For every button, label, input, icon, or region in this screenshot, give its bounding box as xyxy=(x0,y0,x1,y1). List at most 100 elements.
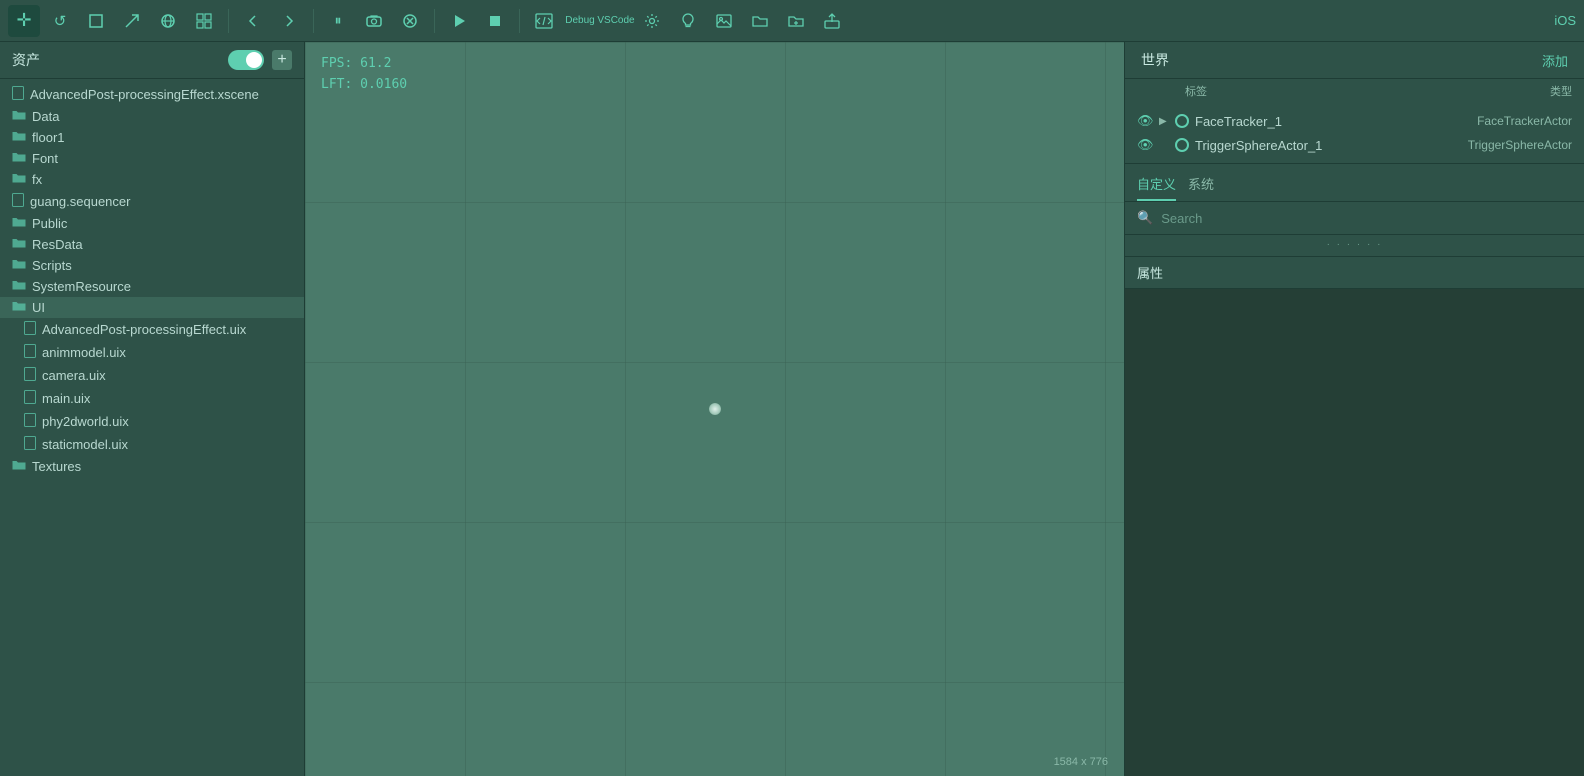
tree-item-AdvancedPost-processingEffect-uix[interactable]: AdvancedPost-processingEffect.uix xyxy=(0,318,304,341)
main-area: 资产 + AdvancedPost-processingEffect.xscen… xyxy=(0,42,1584,776)
tree-item-Textures[interactable]: Textures xyxy=(0,456,304,477)
move-tool[interactable]: ✛ xyxy=(8,5,40,37)
tree-item-camera-uix[interactable]: camera.uix xyxy=(0,364,304,387)
folder-btn[interactable] xyxy=(744,5,776,37)
scale-tool[interactable] xyxy=(80,5,112,37)
scene-viewport[interactable]: FPS: 61.2 LFT: 0.0160 1584 x 776 xyxy=(305,42,1124,776)
tree-item-staticmodel-uix[interactable]: staticmodel.uix xyxy=(0,433,304,456)
sidebar-header: 资产 + xyxy=(0,42,304,79)
tree-label: ResData xyxy=(32,237,83,252)
tree-label: staticmodel.uix xyxy=(42,437,128,452)
scene-col-headers: 标签 类型 xyxy=(1125,79,1584,103)
fps-display: FPS: 61.2 LFT: 0.0160 xyxy=(321,54,407,96)
tree-label: phy2dworld.uix xyxy=(42,414,129,429)
node-name-2: TriggerSphereActor_1 xyxy=(1195,138,1462,153)
folder-icon xyxy=(24,413,36,430)
search-bar: 🔍 xyxy=(1125,202,1584,235)
tree-item-Font[interactable]: Font xyxy=(0,148,304,169)
viewport-size-label: 1584 x 776 xyxy=(1054,756,1108,768)
settings-btn[interactable] xyxy=(636,5,668,37)
fps-value: FPS: 61.2 xyxy=(321,54,407,75)
tree-label: AdvancedPost-processingEffect.uix xyxy=(42,322,246,337)
properties-section-header: 属性 xyxy=(1125,257,1584,289)
node-name-1: FaceTracker_1 xyxy=(1195,114,1471,129)
folder-icon xyxy=(12,459,26,474)
folder-icon xyxy=(12,151,26,166)
world-tool[interactable] xyxy=(152,5,184,37)
tree-item-AdvancedPost-processingEffect-xscene[interactable]: AdvancedPost-processingEffect.xscene xyxy=(0,83,304,106)
tree-label: Public xyxy=(32,216,67,231)
tab-system[interactable]: 系统 xyxy=(1188,170,1214,201)
sep-2 xyxy=(313,9,314,33)
pause-btn[interactable]: ⏸ xyxy=(322,5,354,37)
sidebar-title: 资产 xyxy=(12,50,40,70)
scene-tree: 👁 ▶ FaceTracker_1 FaceTrackerActor 👁 ▶ T… xyxy=(1125,103,1584,164)
image-btn[interactable] xyxy=(708,5,740,37)
forward-btn[interactable] xyxy=(273,5,305,37)
tree-item-phy2dworld-uix[interactable]: phy2dworld.uix xyxy=(0,410,304,433)
resize-dots: · · · · · · xyxy=(1327,239,1383,250)
folder-icon xyxy=(12,216,26,231)
tree-item-UI[interactable]: UI xyxy=(0,297,304,318)
folder-icon xyxy=(12,237,26,252)
sidebar-toggle[interactable] xyxy=(228,50,264,70)
node-circle-1 xyxy=(1175,114,1189,128)
file-tree: AdvancedPost-processingEffect.xsceneData… xyxy=(0,79,304,776)
tree-item-Data[interactable]: Data xyxy=(0,106,304,127)
tree-item-SystemResource[interactable]: SystemResource xyxy=(0,276,304,297)
grid-tool[interactable] xyxy=(188,5,220,37)
rotate-tool[interactable]: ↺ xyxy=(44,5,76,37)
col-type-header: 类型 xyxy=(1550,83,1572,99)
tree-label: main.uix xyxy=(42,391,90,406)
folder-icon xyxy=(12,258,26,273)
tab-custom[interactable]: 自定义 xyxy=(1137,170,1176,201)
visibility-icon-2[interactable]: 👁 xyxy=(1137,137,1153,153)
node-type-2: TriggerSphereActor xyxy=(1468,138,1572,152)
node-type-1: FaceTrackerActor xyxy=(1477,114,1572,128)
folder-icon xyxy=(12,130,26,145)
tree-label: Scripts xyxy=(32,258,72,273)
folder-icon xyxy=(12,193,24,210)
tree-item-Scripts[interactable]: Scripts xyxy=(0,255,304,276)
scene-node-triggersphere[interactable]: 👁 ▶ TriggerSphereActor_1 TriggerSphereAc… xyxy=(1125,133,1584,157)
export-btn[interactable] xyxy=(816,5,848,37)
world-header: 世界 添加 xyxy=(1125,42,1584,79)
main-toolbar: ✛ ↺ xyxy=(0,0,1584,42)
props-title: 属性 xyxy=(1137,263,1163,282)
sep-1 xyxy=(228,9,229,33)
tree-item-animmodel-uix[interactable]: animmodel.uix xyxy=(0,341,304,364)
folder-icon xyxy=(12,109,26,124)
stop-btn[interactable] xyxy=(479,5,511,37)
scene-node-facetracker[interactable]: 👁 ▶ FaceTracker_1 FaceTrackerActor xyxy=(1125,109,1584,133)
asset-sidebar: 资产 + AdvancedPost-processingEffect.xscen… xyxy=(0,42,305,776)
tree-label: SystemResource xyxy=(32,279,131,294)
search-input[interactable] xyxy=(1161,211,1572,226)
sep-4 xyxy=(519,9,520,33)
tree-item-fx[interactable]: fx xyxy=(0,169,304,190)
tree-label: UI xyxy=(32,300,45,315)
expand-icon-1[interactable]: ▶ xyxy=(1159,116,1169,127)
scene-object-dot xyxy=(709,403,721,415)
back-btn[interactable] xyxy=(237,5,269,37)
script-btn[interactable] xyxy=(528,5,560,37)
transform-tool[interactable] xyxy=(116,5,148,37)
sidebar-add-btn[interactable]: + xyxy=(272,50,292,70)
tree-item-guang-sequencer[interactable]: guang.sequencer xyxy=(0,190,304,213)
bulb-btn[interactable] xyxy=(672,5,704,37)
play-btn[interactable] xyxy=(443,5,475,37)
tree-item-Public[interactable]: Public xyxy=(0,213,304,234)
camera-btn[interactable] xyxy=(358,5,390,37)
tree-item-ResData[interactable]: ResData xyxy=(0,234,304,255)
tree-item-main-uix[interactable]: main.uix xyxy=(0,387,304,410)
tree-label: floor1 xyxy=(32,130,65,145)
visibility-icon-1[interactable]: 👁 xyxy=(1137,113,1153,129)
tree-item-floor1[interactable]: floor1 xyxy=(0,127,304,148)
viscode-btn[interactable]: VSCode xyxy=(600,5,632,37)
folder-icon xyxy=(12,279,26,294)
right-panel: 世界 添加 标签 类型 👁 ▶ FaceTracker_1 FaceTracke… xyxy=(1124,42,1584,776)
folder-icon xyxy=(24,367,36,384)
world-add-btn[interactable]: 添加 xyxy=(1542,51,1568,70)
debug-btn[interactable]: Debug xyxy=(564,5,596,37)
stop-circle-btn[interactable] xyxy=(394,5,426,37)
folder2-btn[interactable] xyxy=(780,5,812,37)
